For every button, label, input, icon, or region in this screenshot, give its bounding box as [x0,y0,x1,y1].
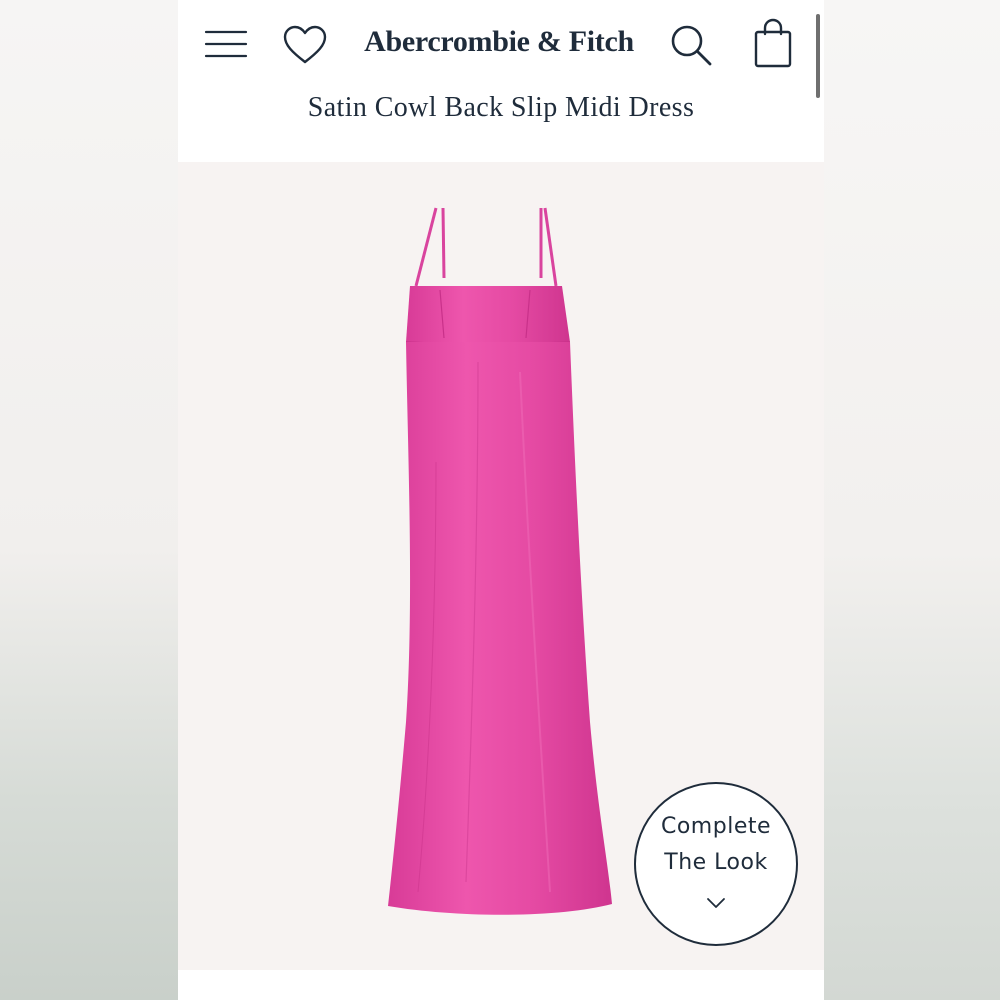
heart-icon[interactable] [282,24,328,66]
complete-the-look-line1: Complete [660,814,772,839]
chevron-down-icon [707,898,725,908]
scrollbar[interactable] [816,14,820,98]
phone-screen: Abercrombie & Fitch Satin Cowl Back Slip… [178,0,824,1000]
complete-the-look-button[interactable]: Complete The Look [634,782,798,946]
product-image-area: Complete The Look [178,162,824,970]
shopping-bag-icon[interactable] [752,18,794,68]
complete-the-look-line2: The Look [664,850,768,875]
brand-logo[interactable]: Abercrombie & Fitch [348,20,650,64]
product-title: Satin Cowl Back Slip Midi Dress [307,92,695,123]
background-blur-left [0,0,178,1000]
bottom-strip [178,970,824,1000]
background-blur-right [824,0,1000,1000]
site-header: Abercrombie & Fitch Satin Cowl Back Slip… [178,0,824,162]
search-icon[interactable] [668,22,714,68]
menu-icon[interactable] [204,26,248,62]
